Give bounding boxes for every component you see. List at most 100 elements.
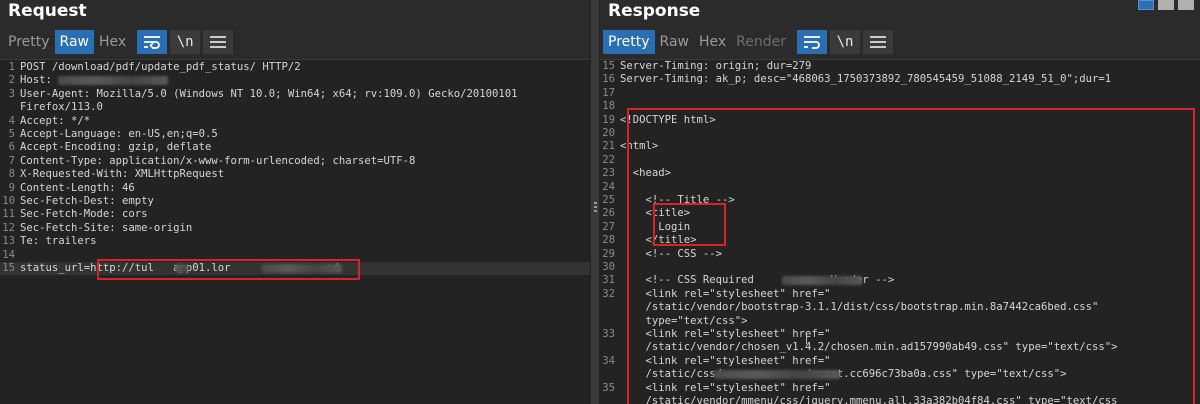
code-line: 33 <link rel="stylesheet" href=" <box>600 328 1200 341</box>
line-text: /static/vendor/chosen_v1.4.2/chosen.min.… <box>620 341 1118 354</box>
response-tab-pretty[interactable]: Pretty <box>603 30 655 54</box>
redacted-text <box>714 370 840 380</box>
code-line: 28 </title> <box>600 234 1200 247</box>
line-text: POST /download/pdf/update_pdf_status/ HT… <box>20 61 301 73</box>
response-tab-render[interactable]: Render <box>731 30 791 54</box>
line-number: 2 <box>8 74 15 87</box>
code-line: 14 <box>0 249 590 262</box>
line-number: 24 <box>602 180 615 193</box>
line-number: 34 <box>602 354 615 367</box>
redacted-text <box>176 264 188 273</box>
line-number: 9 <box>8 181 15 194</box>
line-number: 13 <box>2 235 15 248</box>
line-number: 35 <box>602 381 615 394</box>
line-text: Host: <box>20 74 52 87</box>
newline-icon: \n <box>176 34 194 50</box>
code-line: 24 <box>600 181 1200 194</box>
layout-horizontal-icon[interactable] <box>1158 0 1174 10</box>
request-tab-raw[interactable]: Raw <box>54 30 94 54</box>
line-text: Sec-Fetch-Mode: cors <box>20 208 148 221</box>
line-text: <!-- CSS --> <box>620 247 723 260</box>
code-line: 10 Sec-Fetch-Dest: empty <box>0 195 590 208</box>
code-line: 29 <!-- CSS --> <box>600 248 1200 261</box>
code-line: 19 <!DOCTYPE html> <box>600 114 1200 127</box>
line-text: Firefox/113.0 <box>20 101 103 114</box>
code-line: /static/vendor/chosen_v1.4.2/chosen.min.… <box>600 341 1200 354</box>
code-line: 9 Content-Length: 46 <box>0 182 590 195</box>
request-editor[interactable]: 1 POST /download/pdf/update_pdf_status/ H… <box>0 59 590 404</box>
request-show-newlines-button[interactable]: \n <box>170 30 201 54</box>
code-line: 6 Accept-Encoding: gzip, deflate <box>0 141 590 154</box>
line-text: Accept-Encoding: gzip, deflate <box>20 141 212 154</box>
line-number: 8 <box>8 168 15 181</box>
response-menu-button[interactable] <box>863 30 894 54</box>
code-line: type="text/css"> <box>600 315 1200 328</box>
code-line: 4 Accept: */* <box>0 115 590 128</box>
splitter-grip-icon <box>594 202 597 214</box>
code-line: 23 <head> <box>600 167 1200 180</box>
response-show-newlines-button[interactable]: \n <box>830 30 861 54</box>
line-number: 22 <box>602 153 615 166</box>
hamburger-menu-icon <box>870 36 887 48</box>
line-text: Server-Timing: ak_p; desc="468063_175037… <box>620 73 1112 86</box>
code-line: 27 Login <box>600 221 1200 234</box>
code-line: 5 Accept-Language: en-US,en;q=0.5 <box>0 128 590 141</box>
line-text: type="text/css"> <box>620 314 748 327</box>
line-number: 28 <box>602 234 615 247</box>
request-menu-button[interactable] <box>203 30 234 54</box>
layout-single-icon[interactable] <box>1178 0 1194 10</box>
line-number: 17 <box>602 86 615 99</box>
line-number: 19 <box>602 113 615 126</box>
line-text: <!-- Title --> <box>620 194 735 206</box>
line-text: Sec-Fetch-Dest: empty <box>20 195 154 207</box>
line-number: 23 <box>602 167 615 180</box>
line-number: 32 <box>602 287 615 300</box>
line-text: </title> <box>620 234 697 247</box>
line-number: 31 <box>602 274 615 287</box>
line-number: 4 <box>8 114 15 127</box>
response-pane: Response Pretty Raw Hex Render \n 15 Serv… <box>600 0 1200 404</box>
line-number: 12 <box>2 221 15 234</box>
line-text: <link rel="stylesheet" href=" <box>620 354 831 367</box>
line-text: Content-Type: application/x-www-form-url… <box>20 154 416 167</box>
line-number: 5 <box>8 128 15 140</box>
request-tab-pretty[interactable]: Pretty <box>3 30 55 54</box>
code-line: 15 Server-Timing: origin; dur=279 <box>600 60 1200 73</box>
line-number: 29 <box>602 247 615 260</box>
line-text: <head> <box>620 167 672 180</box>
redacted-text <box>262 264 342 273</box>
pane-splitter[interactable] <box>590 0 600 404</box>
response-tab-hex[interactable]: Hex <box>694 30 731 54</box>
code-line: 26 <title> <box>600 207 1200 220</box>
code-line: 35 <link rel="stylesheet" href=" <box>600 382 1200 395</box>
line-text: Accept-Language: en-US,en;q=0.5 <box>20 128 218 140</box>
code-line: 34 <link rel="stylesheet" href=" <box>600 355 1200 368</box>
line-text: <title> <box>620 207 691 220</box>
word-wrap-icon <box>804 36 821 49</box>
response-word-wrap-button[interactable] <box>797 30 828 54</box>
request-word-wrap-button[interactable] <box>137 30 168 54</box>
line-text: Login <box>620 220 691 233</box>
line-number: 21 <box>602 140 615 153</box>
response-toolbar: Pretty Raw Hex Render \n <box>603 30 894 54</box>
code-line: Firefox/113.0 <box>0 101 590 114</box>
word-wrap-icon <box>144 36 161 49</box>
line-number: 7 <box>8 154 15 167</box>
line-number: 11 <box>2 208 15 221</box>
code-line: /static/css/ /reset.cc696c73ba0a.css" ty… <box>600 368 1200 381</box>
code-line: 18 <box>600 100 1200 113</box>
code-line: 15status_url=http://tul app01.lor .ad <box>0 262 590 276</box>
code-line: 3 User-Agent: Mozilla/5.0 (Windows NT 10.… <box>0 88 590 101</box>
line-number: 18 <box>602 100 615 113</box>
layout-split-icon[interactable] <box>1138 0 1154 10</box>
newline-icon: \n <box>836 34 854 50</box>
code-line: 30 <box>600 261 1200 274</box>
response-tab-raw[interactable]: Raw <box>655 30 694 54</box>
code-line: 7 Content-Type: application/x-www-form-ur… <box>0 155 590 168</box>
response-editor[interactable]: 15 Server-Timing: origin; dur=279 16 Server… <box>600 59 1200 404</box>
request-tab-hex[interactable]: Hex <box>94 30 131 54</box>
code-line: /static/vendor/mmenu/css/jquery.mmenu.al… <box>600 395 1200 404</box>
code-line: 8 X-Requested-With: XMLHttpRequest <box>0 168 590 181</box>
line-number: 15 <box>602 60 615 72</box>
line-text: <link rel="stylesheet" href=" <box>620 328 831 340</box>
